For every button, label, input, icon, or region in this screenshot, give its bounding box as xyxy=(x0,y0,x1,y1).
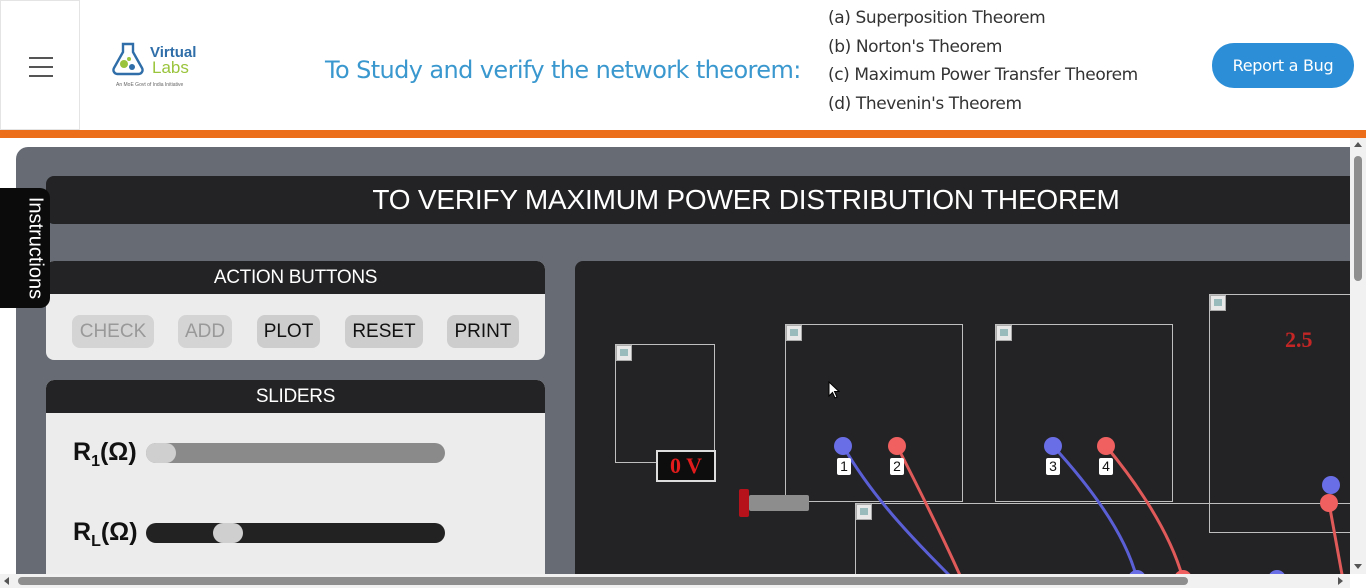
terminal-label-4: 4 xyxy=(1099,458,1113,475)
horizontal-scrollbar[interactable] xyxy=(0,574,1350,588)
print-button[interactable]: PRINT xyxy=(447,315,519,348)
check-button[interactable]: CHECK xyxy=(72,315,154,348)
rl-slider-thumb[interactable] xyxy=(213,523,244,543)
rl-label: RL(Ω) xyxy=(73,518,138,550)
simulation-title-bar: TO VERIFY MAXIMUM POWER DISTRIBUTION THE… xyxy=(46,176,1350,224)
rl-slider[interactable] xyxy=(146,523,445,543)
simulation-area: TO VERIFY MAXIMUM POWER DISTRIBUTION THE… xyxy=(16,147,1350,577)
wire-red xyxy=(1327,502,1344,577)
wires xyxy=(834,437,1344,577)
report-bug-button[interactable]: Report a Bug xyxy=(1212,43,1354,88)
header-divider xyxy=(0,130,1366,138)
meter-terminal-blue[interactable] xyxy=(1322,476,1340,494)
terminal-4[interactable] xyxy=(1097,437,1115,455)
experiment-title: To Study and verify the network theorem: xyxy=(325,56,801,84)
hamburger-icon[interactable] xyxy=(29,57,53,77)
flask-icon xyxy=(112,42,144,76)
logo-word-labs: Labs xyxy=(152,58,189,77)
terminal-2[interactable] xyxy=(888,437,906,455)
reset-button[interactable]: RESET xyxy=(345,315,423,348)
theorem-item: (a) Superposition Theorem xyxy=(828,8,1046,28)
theorem-list: (a) Superposition Theorem (b) Norton's T… xyxy=(828,4,1138,118)
action-buttons-panel: ACTION BUTTONS CHECK ADD PLOT RESET PRIN… xyxy=(46,261,545,360)
terminal-label-1: 1 xyxy=(837,458,851,475)
terminal-3[interactable] xyxy=(1044,437,1062,455)
wire-blue xyxy=(1051,444,1138,577)
instructions-tab[interactable]: Instructions xyxy=(0,188,50,308)
terminal-1[interactable] xyxy=(834,437,852,455)
terminal-label-2: 2 xyxy=(890,458,904,475)
header: Virtual Labs An MoE Govt of India Initia… xyxy=(0,0,1366,130)
horizontal-scroll-thumb[interactable] xyxy=(18,577,1188,585)
add-button[interactable]: ADD xyxy=(178,315,232,348)
theorem-item: (b) Norton's Theorem xyxy=(828,36,1002,57)
scroll-down-icon[interactable] xyxy=(1354,564,1362,569)
wire-red xyxy=(1104,445,1184,577)
sliders-heading: SLIDERS xyxy=(46,380,545,413)
scroll-left-icon[interactable] xyxy=(4,577,9,585)
theorem-item: (d) Thevenin's Theorem xyxy=(828,93,1022,114)
logo-tagline: An MoE Govt of India Initiative xyxy=(116,82,184,88)
sliders-panel: SLIDERS R1(Ω) RL(Ω) xyxy=(46,380,545,575)
meter-terminal-red[interactable] xyxy=(1320,494,1338,512)
instructions-label: Instructions xyxy=(24,196,47,300)
vertical-scrollbar[interactable] xyxy=(1350,138,1366,574)
mouse-cursor-icon xyxy=(828,381,840,399)
virtual-labs-logo[interactable]: Virtual Labs An MoE Govt of India Initia… xyxy=(110,40,205,92)
theorem-item: (c) Maximum Power Transfer Theorem xyxy=(828,65,1138,86)
r1-label: R1(Ω) xyxy=(73,438,137,470)
vertical-scroll-thumb[interactable] xyxy=(1354,156,1362,281)
menu-button[interactable] xyxy=(0,0,80,130)
scroll-up-icon[interactable] xyxy=(1354,142,1362,147)
r1-slider[interactable] xyxy=(146,443,445,463)
scroll-right-icon[interactable] xyxy=(1338,577,1343,585)
wire-blue xyxy=(841,445,954,577)
plot-button[interactable]: PLOT xyxy=(257,315,320,348)
r1-slider-thumb[interactable] xyxy=(146,443,176,463)
action-buttons-heading: ACTION BUTTONS xyxy=(46,261,545,294)
simulation-title: TO VERIFY MAXIMUM POWER DISTRIBUTION THE… xyxy=(372,184,1120,215)
circuit-board: 0 V 2.5 1 2 3 4 xyxy=(575,261,1350,577)
terminal-label-3: 3 xyxy=(1046,458,1060,475)
probe-connector[interactable] xyxy=(739,489,809,517)
